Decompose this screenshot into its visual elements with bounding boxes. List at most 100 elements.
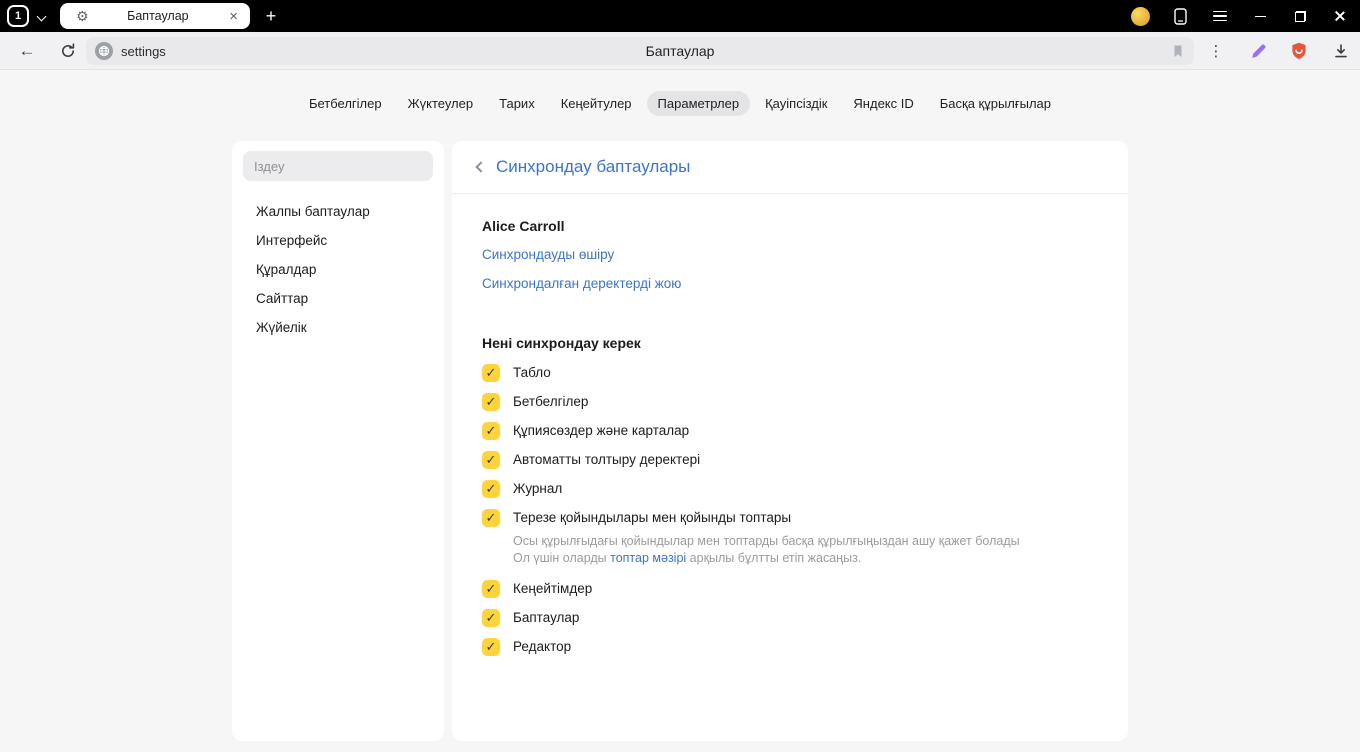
- checkbox-label: Журнал: [513, 481, 563, 496]
- checkbox[interactable]: ✓: [482, 421, 500, 440]
- sync-links: Синхрондауды өшіру Синхрондалған деректе…: [482, 245, 1098, 294]
- checkbox-row[interactable]: ✓ Автоматты толтыру деректері: [482, 445, 1098, 474]
- checkbox-label: Автоматты толтыру деректері: [513, 452, 701, 467]
- browser-tab[interactable]: ⚙ Баптаулар ×: [60, 3, 250, 29]
- sync-checkbox-list: ✓ Табло ✓ Бетбелгілер ✓ Құпиясөздер және…: [482, 358, 1098, 661]
- nav-tab[interactable]: Кеңейтулер: [550, 91, 643, 116]
- checkmark-icon: ✓: [485, 365, 497, 380]
- titlebar: 1 ⚙ Баптаулар × +: [0, 0, 1360, 32]
- nav-tab[interactable]: Жүктеулер: [397, 91, 485, 116]
- pen-icon: [1251, 43, 1266, 58]
- checkbox-description: Осы құрылғыдағы қойындылар мен топтарды …: [513, 533, 1098, 566]
- nav-tab[interactable]: Параметрлер: [646, 91, 751, 116]
- checkbox[interactable]: ✓: [482, 608, 500, 627]
- settings-cards: Жалпы баптаулар Интерфейс Құралдар Сайтт…: [0, 141, 1360, 741]
- sidebar-item[interactable]: Жүйелік: [232, 313, 444, 342]
- maximize-icon: [1294, 10, 1306, 22]
- reload-icon: [62, 43, 75, 57]
- chevron-left-icon: [474, 161, 487, 173]
- nav-tab[interactable]: Қауіпсіздік: [754, 91, 838, 116]
- checkbox-label: Табло: [513, 365, 551, 380]
- site-globe-icon[interactable]: [95, 42, 113, 60]
- toolbar-menu-button[interactable]: ⋮: [1204, 39, 1228, 63]
- download-button[interactable]: [1329, 39, 1353, 63]
- protect-shield-button[interactable]: [1287, 39, 1311, 63]
- sidebar-item[interactable]: Құралдар: [232, 255, 444, 284]
- checkbox-row[interactable]: ✓ Журнал: [482, 474, 1098, 503]
- list-item: ✓ Бетбелгілер: [482, 387, 1098, 416]
- checkbox[interactable]: ✓: [482, 637, 500, 656]
- account-name: Alice Carroll: [482, 218, 565, 234]
- nav-tab[interactable]: Басқа құрылғылар: [929, 91, 1062, 116]
- reload-button[interactable]: [55, 39, 81, 63]
- checkbox[interactable]: ✓: [482, 392, 500, 411]
- bookmark-button[interactable]: [1171, 44, 1185, 59]
- tab-group-indicator[interactable]: 1: [7, 5, 29, 27]
- sidebar-item[interactable]: Интерфейс: [232, 226, 444, 255]
- panel-header: Синхрондау баптаулары: [452, 141, 1128, 193]
- minimize-icon: [1254, 15, 1266, 17]
- address-bar[interactable]: settings: [86, 37, 1194, 65]
- checkmark-icon: ✓: [485, 481, 497, 496]
- settings-sidebar: Жалпы баптаулар Интерфейс Құралдар Сайтт…: [232, 141, 444, 741]
- profile-avatar[interactable]: [1120, 0, 1160, 32]
- checkbox-row[interactable]: ✓ Баптаулар: [482, 603, 1098, 632]
- new-tab-button[interactable]: +: [258, 3, 284, 29]
- close-icon: [1334, 10, 1346, 22]
- sidebar-item[interactable]: Жалпы баптаулар: [232, 197, 444, 226]
- nav-tab[interactable]: Бетбелгілер: [298, 91, 393, 116]
- phone-icon: [1173, 7, 1187, 25]
- address-text: settings: [121, 43, 166, 59]
- sync-settings-panel: Синхрондау баптаулары Alice Carroll Синх…: [452, 141, 1128, 741]
- list-item: ✓ Кеңейтімдер: [482, 574, 1098, 603]
- sync-action-link[interactable]: Синхрондауды өшіру: [482, 245, 614, 265]
- nav-tab[interactable]: Яндекс ID: [842, 91, 924, 116]
- devices-button[interactable]: [1160, 0, 1200, 32]
- section-heading: Нені синхрондау керек: [482, 335, 641, 351]
- checkbox-row[interactable]: ✓ Терезе қойындылары мен қойынды топтары: [482, 503, 1098, 532]
- maximize-button[interactable]: [1280, 0, 1320, 32]
- tab-close-icon[interactable]: ×: [227, 8, 240, 25]
- nav-tab[interactable]: Тарих: [488, 91, 546, 116]
- sync-action-link[interactable]: Синхрондалған деректерді жою: [482, 274, 681, 294]
- checkbox[interactable]: ✓: [482, 479, 500, 498]
- checkbox-row[interactable]: ✓ Табло: [482, 358, 1098, 387]
- checkbox-row[interactable]: ✓ Бетбелгілер: [482, 387, 1098, 416]
- list-item: ✓ Автоматты толтыру деректері: [482, 445, 1098, 474]
- checkbox[interactable]: ✓: [482, 363, 500, 382]
- checkbox-label: Редактор: [513, 639, 572, 654]
- hamburger-icon: [1213, 10, 1227, 22]
- sidebar-list: Жалпы баптаулар Интерфейс Құралдар Сайтт…: [232, 197, 444, 342]
- search-input[interactable]: [243, 151, 433, 181]
- checkbox[interactable]: ✓: [482, 508, 500, 527]
- checkbox-row[interactable]: ✓ Редактор: [482, 632, 1098, 661]
- checkbox[interactable]: ✓: [482, 450, 500, 469]
- description-line: Осы құрылғыдағы қойындылар мен топтарды …: [513, 534, 1020, 548]
- list-item: ✓ Терезе қойындылары мен қойынды топтары…: [482, 503, 1098, 566]
- groups-menu-link[interactable]: топтар мәзірі: [610, 551, 686, 565]
- checkbox-row[interactable]: ✓ Кеңейтімдер: [482, 574, 1098, 603]
- editor-pen-button[interactable]: [1246, 39, 1270, 63]
- description-line: Ол үшін оларды топтар мәзірі арқылы бұлт…: [513, 550, 862, 565]
- checkbox-label: Құпиясөздер және карталар: [513, 423, 690, 438]
- back-button[interactable]: ←: [14, 39, 40, 63]
- checkbox[interactable]: ✓: [482, 579, 500, 598]
- tabs-dropdown-chevron-icon[interactable]: [36, 11, 47, 22]
- settings-nav: Бетбелгілер Жүктеулер Тарих Кеңейтулер П…: [0, 70, 1360, 116]
- checkbox-label: Терезе қойындылары мен қойынды топтары: [513, 510, 792, 525]
- checkbox-label: Бетбелгілер: [513, 394, 589, 409]
- settings-back-button[interactable]: [468, 156, 490, 178]
- checkbox-row[interactable]: ✓ Құпиясөздер және карталар: [482, 416, 1098, 445]
- checkmark-icon: ✓: [485, 510, 497, 525]
- avatar-icon: [1130, 6, 1150, 26]
- list-item: ✓ Баптаулар: [482, 603, 1098, 632]
- close-window-button[interactable]: [1320, 0, 1360, 32]
- browser-toolbar: ← settings Баптаулар ⋮: [0, 32, 1360, 70]
- menu-button[interactable]: [1200, 0, 1240, 32]
- minimize-button[interactable]: [1240, 0, 1280, 32]
- sidebar-item[interactable]: Сайттар: [232, 284, 444, 313]
- list-item: ✓ Табло: [482, 358, 1098, 387]
- checkmark-icon: ✓: [485, 394, 497, 409]
- browser-window: 1 ⚙ Баптаулар × + ← settings Баптаулар ⋮…: [0, 0, 1360, 752]
- search-wrap: [243, 151, 433, 181]
